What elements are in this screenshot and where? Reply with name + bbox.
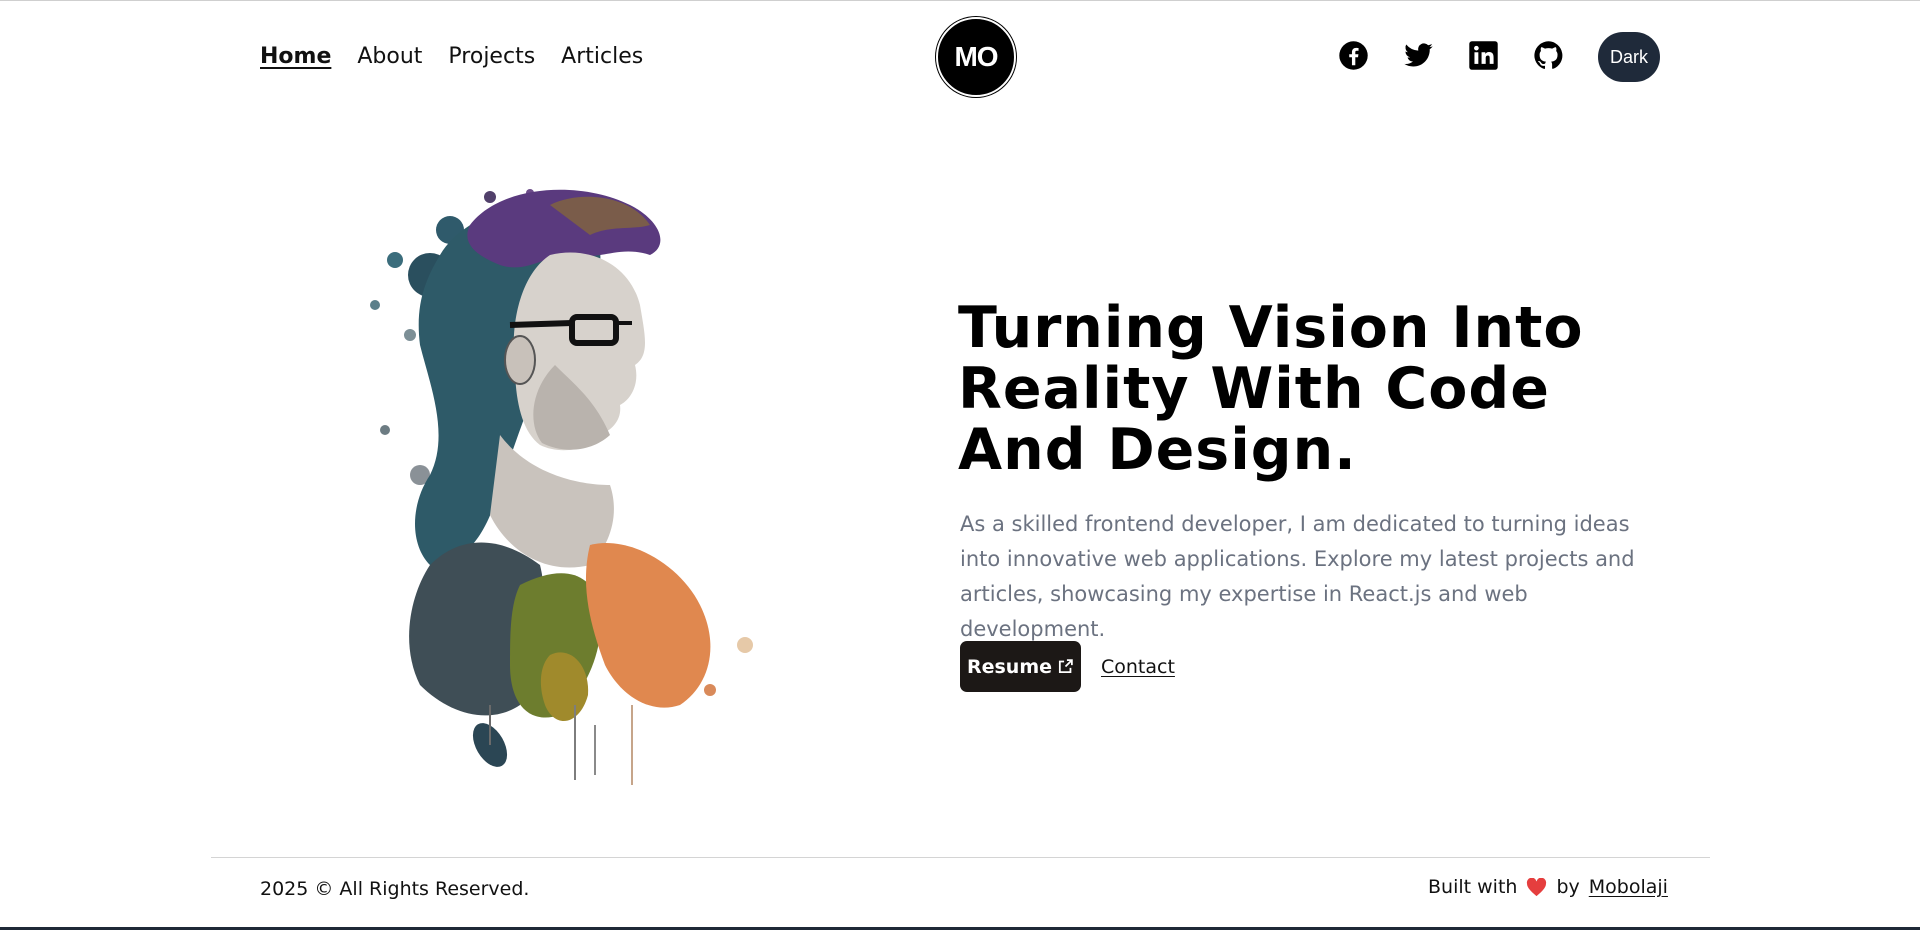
- dark-mode-toggle[interactable]: Dark: [1598, 32, 1660, 82]
- footer-built-with: Built with by Mobolaji: [1428, 876, 1668, 898]
- nav-articles-link[interactable]: Articles: [561, 42, 643, 72]
- nav-home-link[interactable]: Home: [260, 42, 331, 72]
- main-nav: Home About Projects Articles: [260, 42, 643, 72]
- hero-intro: As a skilled frontend developer, I am de…: [960, 512, 1635, 641]
- footer-divider: [211, 857, 1710, 858]
- portrait-illustration: [370, 189, 753, 785]
- github-icon[interactable]: [1533, 40, 1564, 71]
- logo-badge[interactable]: MO: [936, 17, 1016, 97]
- external-link-icon: [1058, 659, 1073, 674]
- nav-about-link[interactable]: About: [357, 42, 422, 72]
- social-links: [1338, 40, 1564, 71]
- facebook-icon[interactable]: [1338, 40, 1369, 71]
- nav-projects-link[interactable]: Projects: [448, 42, 535, 72]
- author-link[interactable]: Mobolaji: [1589, 876, 1668, 898]
- resume-label: Resume: [966, 655, 1053, 678]
- top-border: [0, 0, 1920, 1]
- hero-actions: Resume Contact: [960, 641, 1175, 692]
- contact-link[interactable]: Contact: [1101, 656, 1175, 678]
- by-text: by: [1556, 876, 1580, 898]
- heart-icon: [1527, 877, 1547, 896]
- built-with-text: Built with: [1428, 876, 1518, 898]
- footer-copyright: 2025 © All Rights Reserved.: [260, 878, 530, 900]
- linkedin-icon[interactable]: [1468, 40, 1499, 71]
- resume-button[interactable]: Resume: [960, 641, 1081, 692]
- twitter-icon[interactable]: [1403, 40, 1434, 71]
- hero-headline: Turning Vision Into Reality With Code An…: [958, 295, 1584, 483]
